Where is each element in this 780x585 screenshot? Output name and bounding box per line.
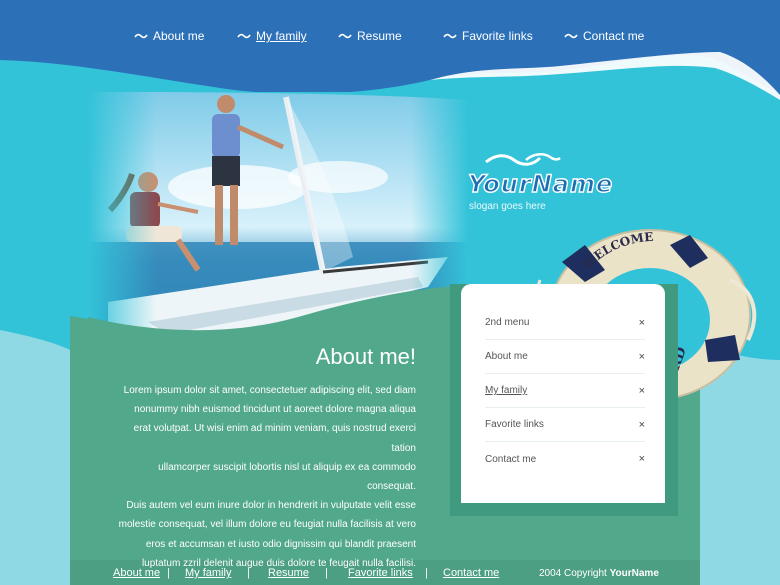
logo-slogan: slogan goes here — [469, 201, 546, 212]
site-logo: YourName slogan goes here — [466, 150, 656, 220]
footer-separator: | — [247, 567, 250, 579]
footer-link-my-family[interactable]: My family — [185, 567, 231, 579]
side-menu-label: 2nd menu — [485, 317, 530, 328]
sailing-family-photo — [88, 92, 468, 337]
about-text-line: ullamcorper suscipit lobortis nisl ut al… — [158, 461, 416, 493]
about-text-line: nonummy nibh euismod tincidunt ut aoreet… — [134, 404, 416, 416]
nav-label: Favorite links — [462, 29, 533, 43]
about-text-line: Lorem ipsum dolor sit amet, consectetuer… — [123, 385, 416, 396]
footer-link-favorite-links[interactable]: Favorite links — [348, 567, 413, 579]
side-menu-label: My family — [485, 385, 528, 396]
side-menu: 2nd menu × About me × My family × Favori… — [461, 284, 665, 503]
top-navigation: About me My family Resume Favorite links… — [0, 0, 780, 70]
footer-separator: | — [425, 567, 428, 579]
wave-icon — [564, 33, 578, 39]
copyright-text: 2004 Copyright — [539, 568, 607, 579]
nav-contact-me[interactable]: Contact me — [564, 28, 644, 44]
footer-link-about-me[interactable]: About me — [113, 567, 160, 579]
about-text-line: molestie consequat, vel illum dolore eu … — [118, 519, 416, 531]
about-text-line: eros et accumsan et iusto odio dignissim… — [145, 538, 416, 550]
side-menu-item-2nd-menu[interactable]: 2nd menu × — [485, 306, 645, 340]
nav-about-me[interactable]: About me — [134, 28, 204, 44]
footer: About me | My family | Resume | Favorite… — [0, 560, 780, 585]
footer-link-resume[interactable]: Resume — [268, 567, 309, 579]
copyright-name: YourName — [609, 568, 659, 579]
close-icon: × — [638, 384, 645, 397]
nav-label: About me — [153, 29, 205, 43]
close-icon: × — [638, 418, 645, 431]
logo-waves-icon — [485, 153, 561, 166]
close-icon: × — [638, 316, 645, 329]
nav-resume[interactable]: Resume — [338, 28, 402, 44]
side-menu-item-favorite-links[interactable]: Favorite links × — [485, 408, 645, 442]
side-menu-item-my-family[interactable]: My family × — [485, 374, 645, 408]
about-text: Lorem ipsum dolor sit amet, consectetuer… — [118, 381, 416, 573]
wave-icon — [443, 33, 457, 39]
side-menu-label: About me — [485, 351, 528, 362]
about-text-line: erat volutpat. Ut wisi enim ad minim ven… — [133, 423, 416, 454]
nav-label: Resume — [357, 29, 402, 43]
wave-icon — [237, 33, 251, 39]
wave-icon — [338, 33, 352, 39]
nav-my-family[interactable]: My family — [237, 28, 307, 44]
nav-label: Contact me — [583, 29, 645, 43]
close-icon: × — [638, 350, 645, 363]
copyright: 2004 Copyright YourName — [539, 568, 659, 579]
logo-name: YourName — [467, 169, 614, 198]
nav-label: My family — [256, 29, 307, 43]
side-menu-label: Favorite links — [485, 419, 544, 430]
nav-favorite-links[interactable]: Favorite links — [443, 28, 533, 44]
footer-link-contact-me[interactable]: Contact me — [443, 567, 499, 579]
side-menu-item-about-me[interactable]: About me × — [485, 340, 645, 374]
close-icon: × — [638, 453, 645, 465]
footer-separator: | — [325, 567, 328, 579]
side-menu-item-contact-me[interactable]: Contact me × — [485, 442, 645, 476]
footer-separator: | — [167, 567, 170, 579]
side-menu-label: Contact me — [485, 453, 537, 465]
wave-icon — [134, 33, 148, 39]
about-text-line: Duis autem vel eum inure dolor in hendre… — [126, 500, 416, 512]
page-title: About me! — [315, 344, 416, 369]
